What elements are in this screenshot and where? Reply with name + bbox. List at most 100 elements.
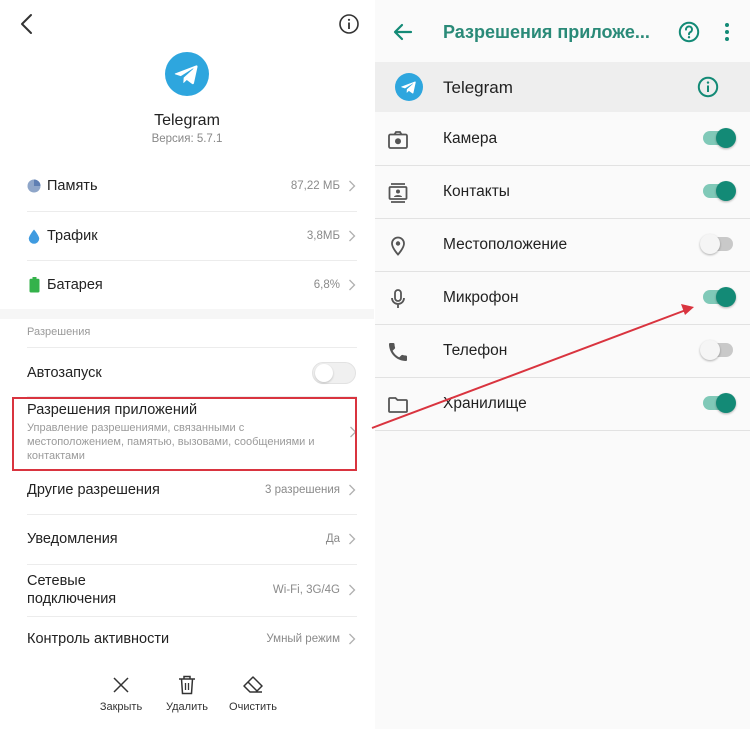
activity-control-label: Контроль активности [27,631,170,647]
network-value: Wi-Fi, 3G/4G [272,584,340,596]
permission-row-camera[interactable]: Камера [375,113,750,166]
eraser-icon [243,676,263,693]
battery-value: 6,8% [313,279,340,291]
phone-toggle[interactable] [700,340,733,360]
toggle-knob [315,364,333,382]
toolbar: Разрешения приложе... [375,0,750,62]
permission-label: Контакты [443,183,510,200]
permission-row-contacts[interactable]: Контакты [375,166,750,219]
divider [27,616,357,617]
section-title-permissions: Разрешения [27,326,91,338]
notifications-row[interactable]: Уведомления Да [0,523,374,555]
battery-icon [27,277,41,293]
toggle-knob [700,234,720,254]
network-label: Сетевые подключения [27,573,117,607]
autostart-row: Автозапуск [0,357,374,389]
app-name: Telegram [154,112,220,129]
delete-label: Удалить [166,701,208,713]
camera-toggle[interactable] [703,128,736,148]
microphone-toggle[interactable] [703,287,736,307]
chevron-right-icon [349,584,356,596]
other-permissions-row[interactable]: Другие разрешения 3 разрешения [0,474,374,506]
traffic-label: Трафик [47,228,98,244]
permission-row-phone[interactable]: Телефон [375,325,750,378]
permission-label: Камера [443,130,498,147]
app-name: Telegram [443,78,513,97]
traffic-row[interactable]: Трафик 3,8МБ [0,220,374,252]
toggle-knob [716,181,736,201]
network-row[interactable]: Сетевые подключения Wi-Fi, 3G/4G [0,570,374,610]
info-icon[interactable] [338,13,360,35]
battery-row[interactable]: Батарея 6,8% [0,269,374,301]
other-permissions-value: 3 разрешения [265,484,340,496]
info-icon[interactable] [697,76,719,98]
memory-label: Память [47,178,98,194]
chevron-right-icon [349,484,356,496]
chevron-right-icon [349,180,356,192]
app-version: Версия: 5.7.1 [151,133,223,145]
battery-label: Батарея [47,277,103,293]
permission-label: Телефон [443,342,508,359]
divider [27,260,357,261]
notifications-value: Да [325,533,340,545]
clear-label: Очистить [229,701,277,713]
app-permissions-screen: Разрешения приложе... Telegram Камера Ко… [375,0,750,729]
other-permissions-label: Другие разрешения [27,482,160,498]
telegram-logo-icon [395,73,423,101]
bottom-action-bar: Закрыть Удалить Очистить [0,660,374,729]
permission-label: Хранилище [443,395,527,412]
pie-chart-icon [27,178,41,194]
divider [27,347,357,348]
more-vert-icon[interactable] [723,22,731,42]
notifications-label: Уведомления [27,531,118,547]
toggle-knob [716,128,736,148]
chevron-right-icon [349,533,356,545]
top-bar [0,0,374,50]
clear-button[interactable]: Очистить [218,674,288,713]
chevron-right-icon [349,633,356,645]
close-icon [113,677,129,693]
delete-button[interactable]: Удалить [152,674,222,713]
memory-row[interactable]: Память 87,22 МБ [0,170,374,202]
trash-icon [179,675,195,695]
contacts-toggle[interactable] [703,181,736,201]
camera-icon [387,129,409,151]
divider [27,514,357,515]
permission-row-storage[interactable]: Хранилище [375,378,750,431]
phone-icon [387,341,409,363]
drop-icon [27,228,41,244]
divider [27,211,357,212]
autostart-label: Автозапуск [27,365,102,381]
help-icon[interactable] [678,21,700,43]
location-icon [387,235,409,257]
memory-value: 87,22 МБ [290,180,340,192]
contacts-icon [387,182,409,204]
toggle-knob [716,393,736,413]
chevron-right-icon [349,279,356,291]
toolbar-title: Разрешения приложе... [443,22,650,42]
toggle-knob [700,340,720,360]
location-toggle[interactable] [700,234,733,254]
app-info-screen: Telegram Версия: 5.7.1 Память 87,22 МБ Т… [0,0,374,729]
autostart-toggle[interactable] [312,362,356,384]
back-chevron-icon[interactable] [16,12,38,36]
chevron-right-icon [349,230,356,242]
section-separator [0,309,374,319]
permission-label: Местоположение [443,236,568,253]
telegram-logo-icon [165,52,209,96]
folder-icon [387,394,409,416]
microphone-icon [387,288,409,310]
traffic-value: 3,8МБ [306,230,340,242]
divider [27,564,357,565]
highlight-box [12,397,357,471]
permission-row-location[interactable]: Местоположение [375,219,750,272]
activity-control-value: Умный режим [266,633,340,645]
permission-label: Микрофон [443,289,519,306]
app-header-row: Telegram [375,62,750,112]
permission-row-microphone[interactable]: Микрофон [375,272,750,325]
storage-toggle[interactable] [703,393,736,413]
close-button[interactable]: Закрыть [86,674,156,713]
activity-control-row[interactable]: Контроль активности Умный режим [0,623,374,655]
back-arrow-icon[interactable] [391,20,415,44]
close-label: Закрыть [99,701,143,713]
